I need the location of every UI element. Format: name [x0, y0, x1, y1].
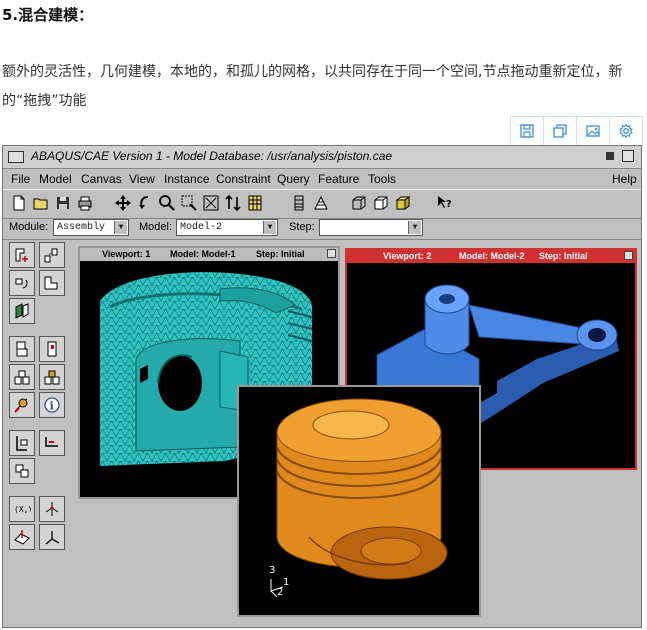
svg-text:i: i	[50, 400, 54, 413]
window-titlebar: ABAQUS/CAE Version 1 - Model Database: /…	[3, 146, 641, 169]
axis-2-label: 2	[277, 587, 284, 598]
section-heading: 5.混合建模：	[2, 6, 94, 24]
menu-help[interactable]: Help	[612, 172, 637, 186]
datum-axis-icon[interactable]	[39, 496, 65, 522]
wireframe-cube-icon[interactable]	[349, 193, 369, 213]
shaded-cube-icon[interactable]	[393, 193, 413, 213]
menu-canvas[interactable]: Canvas	[81, 172, 122, 186]
contact-face-icon[interactable]	[39, 430, 65, 456]
window-menu-button[interactable]	[8, 151, 24, 163]
view-manager-icon[interactable]	[245, 193, 265, 213]
viewport-1-model: Model: Model-1	[170, 249, 236, 259]
chevron-down-icon: ▼	[408, 221, 421, 234]
menu-file[interactable]: File	[11, 172, 30, 186]
open-folder-icon[interactable]	[31, 193, 51, 213]
model-select[interactable]: Model-2 ▼	[176, 219, 278, 236]
viewport-2-name: Viewport: 2	[383, 251, 432, 261]
viewport-3[interactable]: 3 1 2	[237, 385, 481, 617]
viewport-2-model: Model: Model-2	[459, 251, 525, 261]
create-instance-icon[interactable]	[9, 242, 35, 268]
zoom-box-icon[interactable]	[179, 193, 199, 213]
module-select[interactable]: Assembly ▼	[53, 219, 129, 236]
save-icon[interactable]	[511, 117, 544, 145]
menu-query[interactable]: Query	[277, 172, 310, 186]
module-value: Assembly	[57, 222, 106, 233]
info-icon[interactable]: i	[39, 392, 65, 418]
viewport-2-maximize-button[interactable]	[624, 251, 633, 260]
viewport-1-name: Viewport: 1	[102, 249, 151, 259]
viewport-2-titlebar: Viewport: 2 Model: Model-2 Step: Initial	[347, 250, 635, 263]
parallel-face-icon[interactable]	[9, 336, 35, 362]
viewport-1-step: Step: Initial	[256, 249, 305, 259]
axis-3-label: 3	[269, 565, 276, 576]
chevron-down-icon: ▼	[114, 221, 127, 234]
maximize-button[interactable]	[622, 150, 634, 162]
settings-icon[interactable]	[610, 117, 642, 145]
window-title: ABAQUS/CAE Version 1 - Model Database: /…	[31, 149, 393, 163]
print-icon[interactable]	[75, 193, 95, 213]
viewport-1-titlebar: Viewport: 1 Model: Model-1 Step: Initial	[80, 248, 338, 261]
image-icon[interactable]	[577, 117, 610, 145]
hidden-line-cube-icon[interactable]	[371, 193, 391, 213]
step-select[interactable]: ▼	[319, 219, 423, 236]
cycle-views-icon[interactable]	[223, 193, 243, 213]
shaded-render-icon[interactable]	[311, 193, 331, 213]
radial-pattern-icon[interactable]	[9, 270, 35, 296]
menu-instance[interactable]: Instance	[164, 172, 209, 186]
parallel-edge-icon[interactable]	[9, 364, 35, 390]
translate-instance-icon[interactable]	[39, 270, 65, 296]
article-paragraph: 额外的灵活性，几何建模，本地的，和孤儿的网格，以共同存在于同一个空间,节点拖动重…	[2, 64, 623, 109]
viewport-1-maximize-button[interactable]	[327, 249, 336, 258]
contact-edge-icon[interactable]	[9, 430, 35, 456]
module-label: Module:	[9, 221, 49, 233]
mesh-render-icon[interactable]	[289, 193, 309, 213]
new-file-icon[interactable]	[9, 193, 29, 213]
svg-text:(X,Y,Z): (X,Y,Z)	[14, 505, 31, 514]
step-label: Step:	[289, 221, 315, 233]
menu-view[interactable]: View	[129, 172, 155, 186]
datum-plane-icon[interactable]	[9, 524, 35, 550]
menu-model[interactable]: Model	[39, 172, 72, 186]
datum-point-icon[interactable]: (X,Y,Z)	[9, 496, 35, 522]
minimize-button[interactable]	[606, 152, 614, 160]
menu-tools[interactable]: Tools	[368, 172, 396, 186]
axis-1-label: 1	[283, 577, 290, 588]
replace-instance-icon[interactable]	[9, 458, 35, 484]
rotate-icon[interactable]	[135, 193, 155, 213]
context-bar: Module: Assembly ▼ Model: Model-2 ▼ Step…	[3, 217, 641, 240]
menu-feature[interactable]: Feature	[318, 172, 359, 186]
axis-triad: 3 1 2	[263, 565, 293, 599]
chevron-down-icon: ▼	[263, 221, 276, 234]
zoom-icon[interactable]	[157, 193, 177, 213]
edge-to-edge-icon[interactable]	[39, 364, 65, 390]
menubar: File Model Canvas View Instance Constrai…	[3, 169, 641, 189]
copy-icon[interactable]	[544, 117, 577, 145]
main-toolbar: ?	[3, 189, 641, 219]
coaxial-icon[interactable]	[9, 392, 35, 418]
datum-csys-icon[interactable]	[39, 524, 65, 550]
fit-view-icon[interactable]	[201, 193, 221, 213]
model-label: Model:	[139, 221, 173, 233]
abaqus-screenshot: ABAQUS/CAE Version 1 - Model Database: /…	[2, 145, 642, 628]
module-toolbox: i (X,Y,Z)	[7, 242, 69, 626]
pan-icon[interactable]	[113, 193, 133, 213]
menu-constraint[interactable]: Constraint	[216, 172, 271, 186]
save-disk-icon[interactable]	[53, 193, 73, 213]
query-help-icon[interactable]: ?	[435, 193, 455, 213]
merge-cut-icon[interactable]	[9, 298, 35, 324]
face-to-face-icon[interactable]	[39, 336, 65, 362]
viewport-2-step: Step: Initial	[539, 251, 588, 261]
model-value: Model-2	[180, 222, 223, 233]
image-toolbar	[510, 116, 643, 146]
linear-pattern-icon[interactable]	[39, 242, 65, 268]
svg-text:?: ?	[446, 199, 452, 210]
